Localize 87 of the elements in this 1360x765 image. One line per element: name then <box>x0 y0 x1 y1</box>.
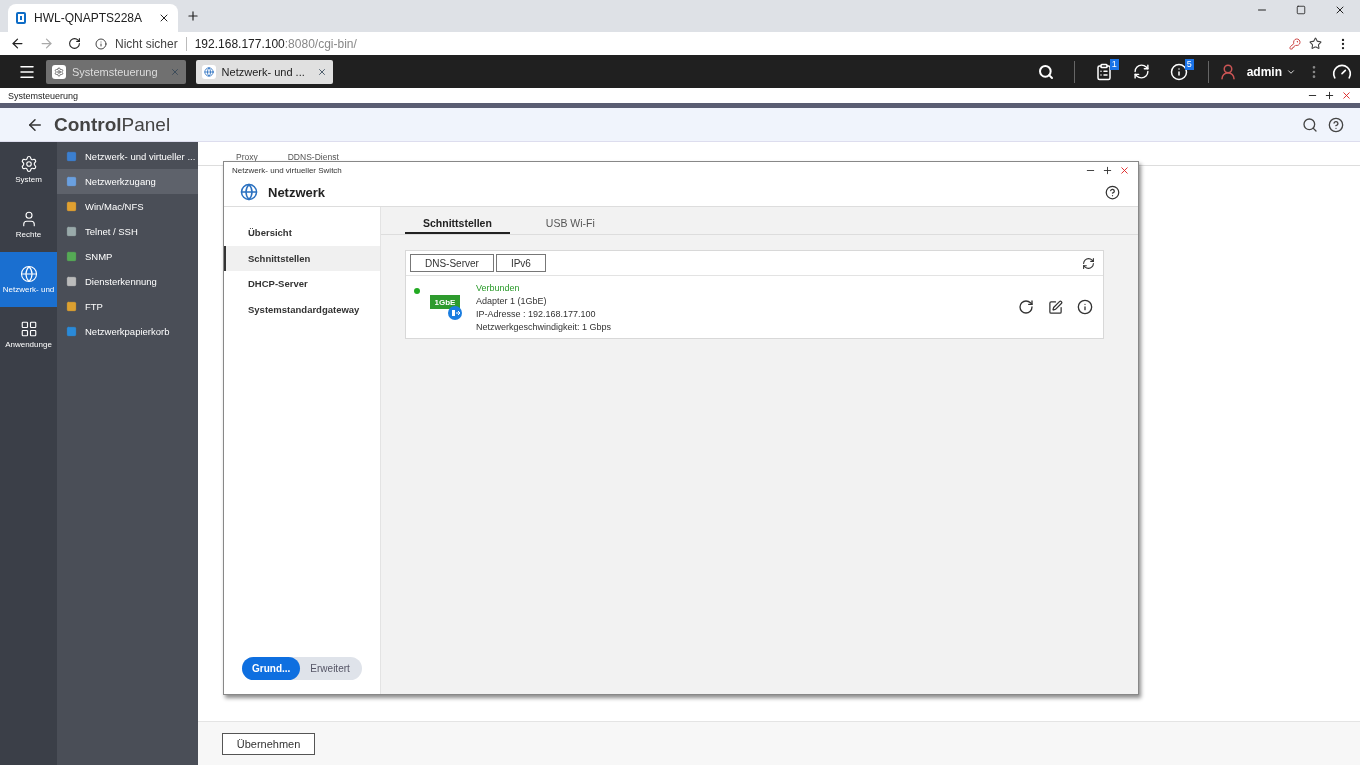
menu-item[interactable]: Netzwerkpapierkorb <box>57 319 198 344</box>
app-logo-icon <box>16 12 26 24</box>
nav-item[interactable]: DHCP-Server <box>224 271 380 297</box>
nav-item[interactable]: Schnittstellen <box>224 245 380 271</box>
star-icon[interactable] <box>1309 37 1322 50</box>
nav-item[interactable]: Übersicht <box>224 220 380 246</box>
close-icon[interactable] <box>1334 4 1346 16</box>
square-icon <box>66 276 77 287</box>
gear-icon <box>52 64 66 79</box>
menu-item[interactable]: SNMP <box>57 244 198 269</box>
app-tab[interactable]: Systemsteuerung <box>46 59 186 84</box>
rail-label: Anwendunge <box>5 340 52 349</box>
rail-item[interactable]: Anwendunge <box>0 307 57 362</box>
maximize-icon[interactable] <box>1324 90 1335 101</box>
menu-label: Telnet / SSH <box>85 226 138 237</box>
square-icon <box>66 301 77 312</box>
refresh-icon[interactable] <box>1082 256 1095 270</box>
menu-label: SNMP <box>85 251 113 262</box>
app-tab[interactable]: Netzwerk- und ... <box>195 59 333 84</box>
avatar-icon[interactable] <box>1218 62 1237 81</box>
search-icon[interactable] <box>1302 116 1318 133</box>
rail-label: Netzwerk- und <box>2 285 55 294</box>
square-icon <box>66 251 77 262</box>
close-icon[interactable] <box>158 12 170 24</box>
page-tab[interactable]: Proxy <box>236 152 258 165</box>
menu-label: Netzwerkzugang <box>85 176 156 187</box>
square-icon <box>66 326 77 337</box>
toolbar-button[interactable]: IPv6 <box>495 254 546 272</box>
tab-title: HWL-QNAPTS228A <box>33 11 142 25</box>
menu-item[interactable]: Diensterkennung <box>57 269 198 294</box>
maximize-icon[interactable] <box>1102 164 1113 176</box>
back-icon[interactable] <box>10 36 25 51</box>
apply-button[interactable]: Übernehmen <box>222 732 315 755</box>
menu-label: Diensterkennung <box>85 276 157 287</box>
square-icon <box>66 201 77 212</box>
tab-label: Systemsteuerung <box>72 65 158 78</box>
info-icon[interactable] <box>1077 299 1093 315</box>
edit-icon[interactable] <box>1048 299 1063 315</box>
sync-icon[interactable] <box>1132 63 1150 80</box>
window-title: Systemsteuerung <box>8 90 79 101</box>
toolbar-button[interactable]: DNS-Server <box>410 254 494 272</box>
speed-text: Netzwerkgeschwindigkeit: 1 Gbps <box>476 320 613 333</box>
globe-icon <box>201 64 216 79</box>
square-icon <box>66 226 77 237</box>
mode-option[interactable]: Erweitert <box>300 657 360 680</box>
globe-icon <box>19 265 38 283</box>
gear-icon <box>19 155 38 173</box>
sub-tab[interactable]: USB Wi-Fi <box>527 217 613 234</box>
user-menu[interactable]: admin <box>1246 64 1296 79</box>
square-icon <box>66 151 77 162</box>
reload-icon[interactable] <box>68 37 81 50</box>
browser-tab[interactable]: HWL-QNAPTS228A <box>8 4 178 32</box>
help-icon[interactable] <box>1328 116 1344 133</box>
menu-item[interactable]: Win/Mac/NFS <box>57 194 198 219</box>
menu-item[interactable]: Telnet / SSH <box>57 219 198 244</box>
status-text: Verbunden <box>476 281 521 294</box>
ip-address-text: IP-Adresse : 192.168.177.100 <box>476 307 597 320</box>
menu-item[interactable]: Netzwerk- und virtueller ... <box>57 144 198 169</box>
menu-label: Netzwerkpapierkorb <box>85 326 170 337</box>
rail-label: Rechte <box>15 230 42 239</box>
nav-item[interactable]: Systemstandardgateway <box>224 296 380 322</box>
sub-tab[interactable]: Schnittstellen <box>405 217 510 234</box>
security-label: Nicht sicher <box>115 36 178 51</box>
grid-icon <box>19 320 38 338</box>
new-tab-icon[interactable] <box>186 9 200 23</box>
menu-item[interactable]: FTP <box>57 294 198 319</box>
url-field[interactable]: 192.168.177.100:8080/cgi-bin/ <box>194 36 357 51</box>
app-title: ControlPanel <box>54 113 171 136</box>
menu-label: FTP <box>85 301 103 312</box>
rail-label: System <box>15 175 42 184</box>
square-icon <box>66 176 77 187</box>
info-icon <box>95 37 107 50</box>
adapter-text: Adapter 1 (1GbE) <box>476 294 548 307</box>
key-icon <box>1289 37 1301 50</box>
dialog-title: Netzwerk <box>268 184 326 200</box>
tab-label: Netzwerk- und ... <box>221 65 305 78</box>
dialog-window-title: Netzwerk- und virtueller Switch <box>232 165 342 175</box>
menu-item[interactable]: Netzwerkzugang <box>57 169 198 194</box>
network-icon <box>240 183 258 201</box>
rail-item[interactable]: System <box>0 142 57 197</box>
menu-label: Win/Mac/NFS <box>85 201 144 212</box>
mode-option[interactable]: Grund... <box>242 657 301 680</box>
rail-item[interactable]: Rechte <box>0 197 57 252</box>
menu-label: Netzwerk- und virtueller ... <box>85 151 196 162</box>
page-tab[interactable]: DDNS-Dienst <box>287 152 339 165</box>
rail-item[interactable]: Netzwerk- und <box>0 252 57 307</box>
help-icon[interactable] <box>1105 184 1120 200</box>
